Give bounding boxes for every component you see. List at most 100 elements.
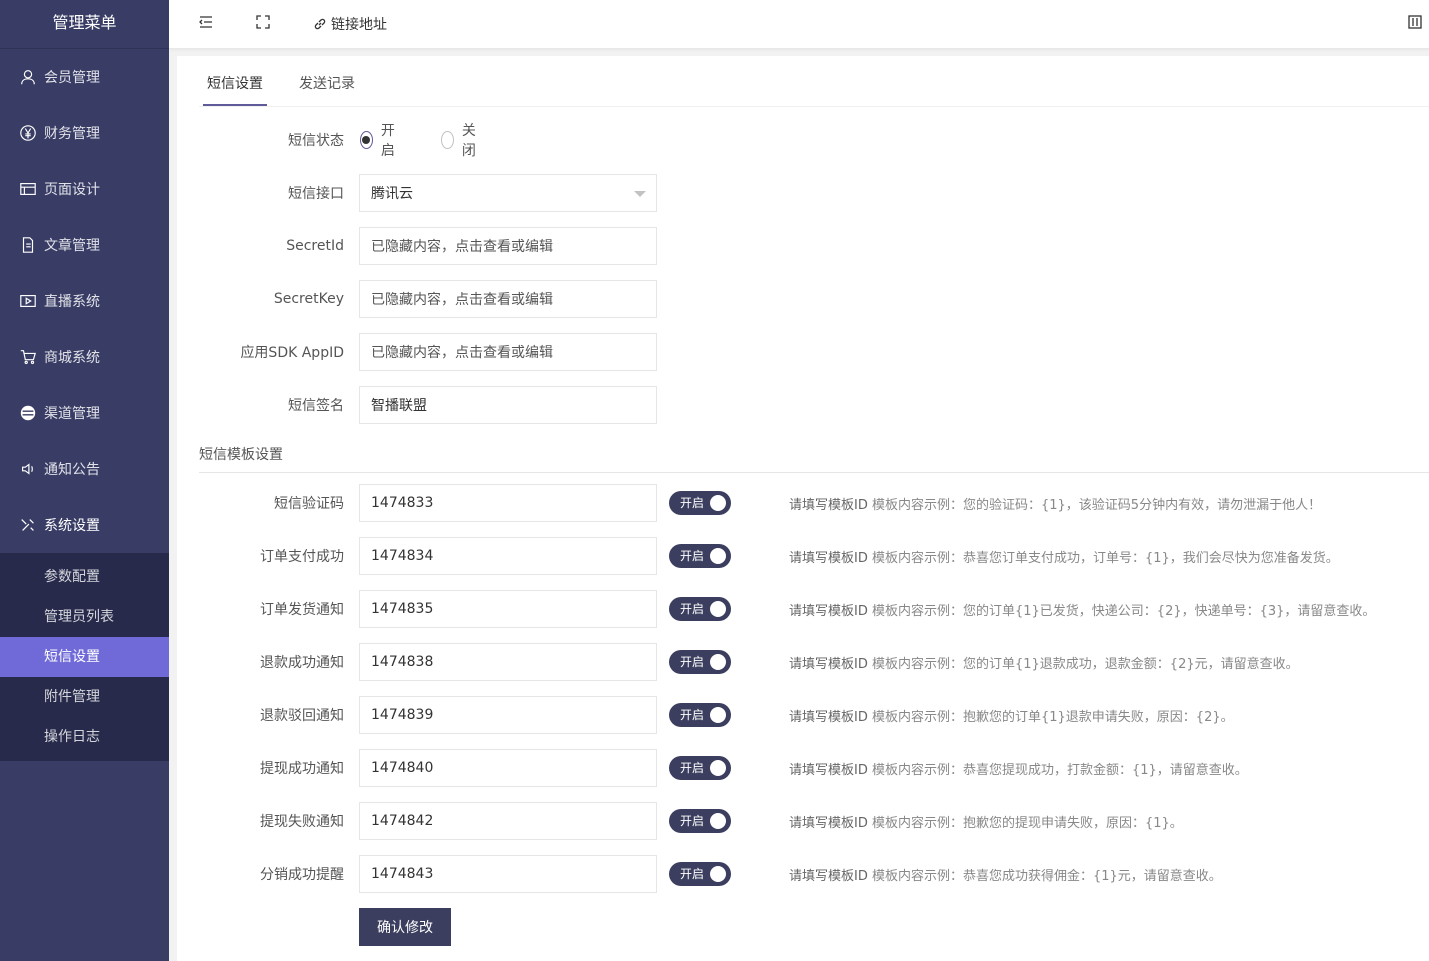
secretid-input[interactable]: 已隐藏内容，点击查看或编辑 — [359, 227, 657, 265]
tab-sms-settings[interactable]: 短信设置 — [203, 56, 267, 106]
cart-icon — [18, 347, 38, 367]
submenu-item-params[interactable]: 参数配置 — [0, 557, 169, 597]
chevron-down-icon — [634, 191, 646, 197]
radio-checked-icon — [360, 131, 373, 149]
channel-icon — [18, 403, 38, 423]
template-tip: 请填写模板ID 模板内容示例：抱歉您的提现申请失败，原因：{1}。 — [789, 812, 1183, 831]
appid-input[interactable]: 已隐藏内容，点击查看或编辑 — [359, 333, 657, 371]
status-off-label: 关闭 — [461, 123, 476, 159]
secretkey-input[interactable]: 已隐藏内容，点击查看或编辑 — [359, 280, 657, 318]
switch-knob — [710, 707, 726, 723]
sidebar-item-articles[interactable]: 文章管理 — [0, 217, 169, 273]
template-id-input[interactable]: 1474834 — [359, 537, 657, 575]
layout-icon — [18, 179, 38, 199]
sidebar-item-notices[interactable]: 通知公告 — [0, 441, 169, 497]
link-address-label: 链接地址 — [331, 17, 387, 33]
switch-knob — [710, 654, 726, 670]
template-switch[interactable]: 开启 — [669, 544, 731, 568]
sidebar-item-label: 通知公告 — [44, 462, 100, 478]
indent-icon — [198, 14, 214, 34]
tip-prefix: 请填写模板ID — [789, 762, 868, 778]
tab-send-records[interactable]: 发送记录 — [299, 56, 359, 104]
submenu-item-admins[interactable]: 管理员列表 — [0, 597, 169, 637]
link-icon — [312, 16, 328, 32]
tab-bar: 短信设置 发送记录 — [199, 56, 1429, 107]
submenu-item-sms-settings[interactable]: 短信设置 — [0, 637, 169, 677]
sidebar: 管理菜单 会员管理 财务管理 页面设计 文章管理 直播系统 商城系统 渠道管理 … — [0, 0, 169, 961]
sidebar-item-page-design[interactable]: 页面设计 — [0, 161, 169, 217]
collapse-menu-button[interactable] — [198, 0, 214, 48]
section-divider — [199, 472, 1429, 473]
fullscreen-icon — [255, 14, 271, 34]
template-switch[interactable]: 开启 — [669, 862, 731, 886]
settings-panel-button[interactable] — [1407, 0, 1423, 48]
template-switch[interactable]: 开启 — [669, 650, 731, 674]
sliders-icon — [1407, 14, 1423, 34]
template-tip: 请填写模板ID 模板内容示例：您的订单{1}已发货，快递公司：{2}，快递单号：… — [789, 600, 1375, 619]
template-id-input[interactable]: 1474839 — [359, 696, 657, 734]
link-address-button[interactable]: 链接地址 — [312, 0, 387, 48]
tip-prefix: 请填写模板ID — [789, 550, 868, 566]
template-label: 分销成功提醒 — [260, 867, 344, 883]
tip-text: 模板内容示例：您的验证码：{1}，该验证码5分钟内有效，请勿泄漏于他人！ — [867, 497, 1322, 513]
sidebar-item-label: 文章管理 — [44, 238, 100, 254]
switch-label: 开启 — [680, 708, 705, 722]
switch-knob — [710, 813, 726, 829]
interface-select[interactable]: 腾讯云 — [359, 174, 657, 212]
sidebar-item-members[interactable]: 会员管理 — [0, 49, 169, 105]
template-tip: 请填写模板ID 模板内容示例：您的订单{1}退款成功，退款金额：{2}元，请留意… — [789, 653, 1299, 672]
fullscreen-button[interactable] — [255, 0, 271, 48]
template-tip: 请填写模板ID 模板内容示例：恭喜您成功获得佣金：{1}元，请留意查收。 — [789, 865, 1222, 884]
template-id-input[interactable]: 1474833 — [359, 484, 657, 522]
template-switch[interactable]: 开启 — [669, 756, 731, 780]
template-switch[interactable]: 开启 — [669, 597, 731, 621]
status-label: 短信状态 — [288, 133, 344, 149]
submenu-item-logs[interactable]: 操作日志 — [0, 717, 169, 757]
template-id-input[interactable]: 1474843 — [359, 855, 657, 893]
status-on-label: 开启 — [380, 123, 395, 159]
tip-prefix: 请填写模板ID — [789, 497, 868, 513]
status-off-radio[interactable]: 关闭 — [441, 120, 481, 160]
template-id-input[interactable]: 1474835 — [359, 590, 657, 628]
sidebar-item-label: 商城系统 — [44, 350, 100, 366]
switch-knob — [710, 495, 726, 511]
confirm-button[interactable]: 确认修改 — [359, 908, 451, 946]
tip-prefix: 请填写模板ID — [789, 815, 868, 831]
template-section-title: 短信模板设置 — [199, 447, 283, 463]
video-icon — [18, 291, 38, 311]
switch-label: 开启 — [680, 761, 705, 775]
system-settings-submenu: 参数配置 管理员列表 短信设置 附件管理 操作日志 — [0, 553, 169, 761]
template-label: 短信验证码 — [274, 496, 344, 512]
switch-knob — [710, 760, 726, 776]
tip-text: 模板内容示例：抱歉您的订单{1}退款申请失败，原因：{2}。 — [867, 709, 1234, 725]
template-label: 订单支付成功 — [260, 549, 344, 565]
template-tip: 请填写模板ID 模板内容示例：恭喜您提现成功，打款金额：{1}，请留意查收。 — [789, 759, 1248, 778]
sign-input[interactable]: 智播联盟 — [359, 386, 657, 424]
template-id-input[interactable]: 1474838 — [359, 643, 657, 681]
sidebar-item-system-settings[interactable]: 系统设置 — [0, 497, 169, 553]
top-bar: 链接地址 — [169, 0, 1429, 49]
sidebar-item-live[interactable]: 直播系统 — [0, 273, 169, 329]
switch-label: 开启 — [680, 655, 705, 669]
template-id-input[interactable]: 1474842 — [359, 802, 657, 840]
secretid-label: SecretId — [286, 238, 344, 254]
switch-label: 开启 — [680, 814, 705, 828]
status-on-radio[interactable]: 开启 — [360, 120, 400, 160]
switch-knob — [710, 601, 726, 617]
tip-text: 模板内容示例：恭喜您提现成功，打款金额：{1}，请留意查收。 — [867, 762, 1248, 778]
template-switch[interactable]: 开启 — [669, 491, 731, 515]
template-switch[interactable]: 开启 — [669, 809, 731, 833]
sidebar-item-mall[interactable]: 商城系统 — [0, 329, 169, 385]
tip-text: 模板内容示例：您的订单{1}退款成功，退款金额：{2}元，请留意查收。 — [867, 656, 1299, 672]
template-switch[interactable]: 开启 — [669, 703, 731, 727]
template-tip: 请填写模板ID 模板内容示例：您的验证码：{1}，该验证码5分钟内有效，请勿泄漏… — [789, 494, 1321, 513]
template-label: 退款成功通知 — [260, 655, 344, 671]
submenu-item-attachments[interactable]: 附件管理 — [0, 677, 169, 717]
sidebar-item-channels[interactable]: 渠道管理 — [0, 385, 169, 441]
switch-knob — [710, 548, 726, 564]
switch-label: 开启 — [680, 496, 705, 510]
tip-prefix: 请填写模板ID — [789, 603, 868, 619]
template-id-input[interactable]: 1474840 — [359, 749, 657, 787]
sidebar-item-finance[interactable]: 财务管理 — [0, 105, 169, 161]
tip-text: 模板内容示例：恭喜您订单支付成功，订单号：{1}，我们会尽快为您准备发货。 — [867, 550, 1339, 566]
